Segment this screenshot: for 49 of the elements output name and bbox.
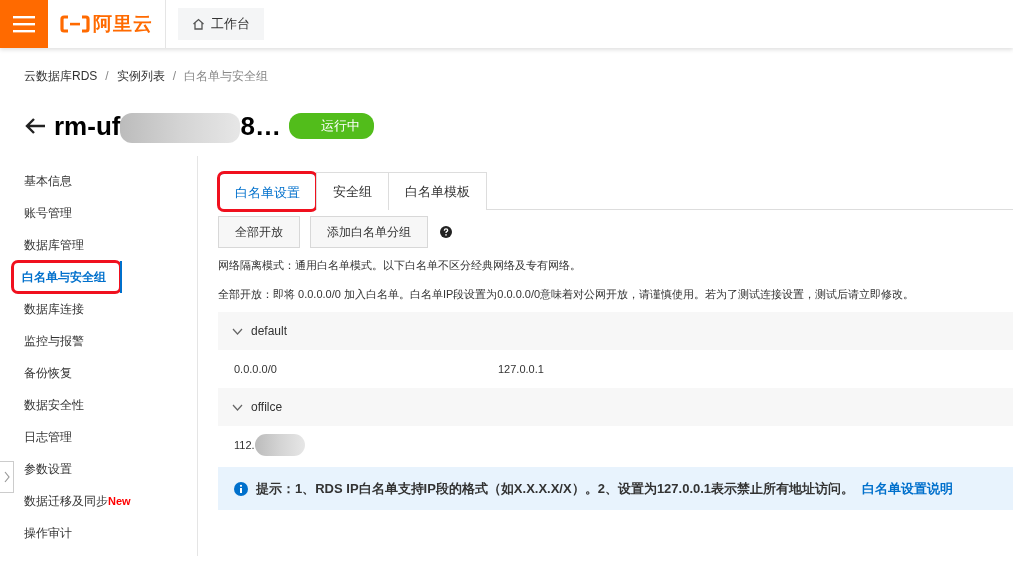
sidebar-item[interactable]: 基本信息 — [0, 165, 197, 197]
new-label: New — [108, 494, 131, 509]
group-header[interactable]: offilce — [218, 388, 1013, 426]
status-badge: 运行中 — [288, 113, 374, 139]
group-name: default — [251, 323, 288, 340]
info-text: 网络隔离模式：通用白名单模式。以下白名单不区分经典网络及专有网络。 — [218, 258, 582, 273]
chevron-icon — [232, 403, 243, 411]
help-icon[interactable] — [440, 226, 452, 238]
group-header[interactable]: default — [218, 312, 1013, 350]
tip-text: 提示：1、RDS IP白名单支持IP段的格式（如X.X.X.X/X）。2、设置为127.0.0.1表示禁止所有地址访问。 — [256, 479, 855, 498]
sidebar-item[interactable]: 白名单与安全组 — [12, 261, 121, 293]
tab[interactable]: 白名单模板 — [388, 172, 487, 210]
ip-address: 0.0.0.0/0 — [234, 361, 278, 377]
sidebar-item[interactable]: 账号管理 — [0, 197, 197, 229]
action-button[interactable]: 添加白名单分组 — [310, 216, 428, 248]
sidebar-item[interactable]: 操作审计 — [0, 517, 197, 549]
sidebar-item[interactable]: 日志管理 — [0, 421, 197, 453]
breadcrumb-link[interactable]: 实例列表 — [116, 67, 165, 85]
home-icon — [192, 18, 205, 30]
sidebar-item[interactable]: 数据库连接 — [0, 293, 197, 325]
action-button[interactable]: 全部开放 — [218, 216, 300, 248]
tab[interactable]: 安全组 — [316, 172, 389, 210]
tab[interactable]: 白名单设置 — [218, 172, 317, 211]
sidebar-item[interactable]: 参数设置 — [0, 453, 197, 485]
breadcrumb-separator: / — [172, 68, 177, 85]
help-link[interactable]: 白名单设置说明 — [862, 478, 954, 499]
sidebar-item[interactable]: 备份恢复 — [0, 357, 197, 389]
sidebar-item[interactable]: 数据安全性 — [0, 389, 197, 421]
menu-button[interactable] — [0, 0, 48, 48]
back-arrow-icon[interactable] — [24, 117, 46, 135]
chevron-icon — [232, 327, 243, 335]
logo-text: 阿里云 — [93, 11, 153, 36]
info-text: 全部开放：即将 0.0.0.0/0 加入白名单。白名单IP段设置为0.0.0.0/0意味着对公网开放，请谨慎使用。若为了测试连接设置，测试后请立即修改。 — [218, 287, 916, 302]
workbench-button[interactable]: 工作台 — [178, 8, 264, 40]
ip-address: 112. — [234, 437, 255, 453]
logo-icon — [60, 15, 90, 33]
redaction-blur — [254, 434, 305, 456]
instance-title: rm-uf 8… — [54, 109, 281, 145]
breadcrumb-link[interactable]: 云数据库RDS — [24, 67, 98, 85]
expand-handle[interactable] — [0, 461, 14, 493]
info-icon — [234, 481, 248, 496]
ip-address: 127.0.0.1 — [498, 361, 545, 377]
breadcrumb-current: 白名单与安全组 — [184, 68, 269, 85]
sidebar-item[interactable]: 监控与报警 — [0, 325, 197, 357]
sidebar-item[interactable]: 数据库管理 — [0, 229, 197, 261]
group-name: offilce — [251, 399, 283, 416]
sidebar-item[interactable]: 数据迁移及同步 — [24, 485, 108, 517]
breadcrumb-separator: / — [105, 68, 109, 85]
menu-icon — [13, 15, 35, 33]
